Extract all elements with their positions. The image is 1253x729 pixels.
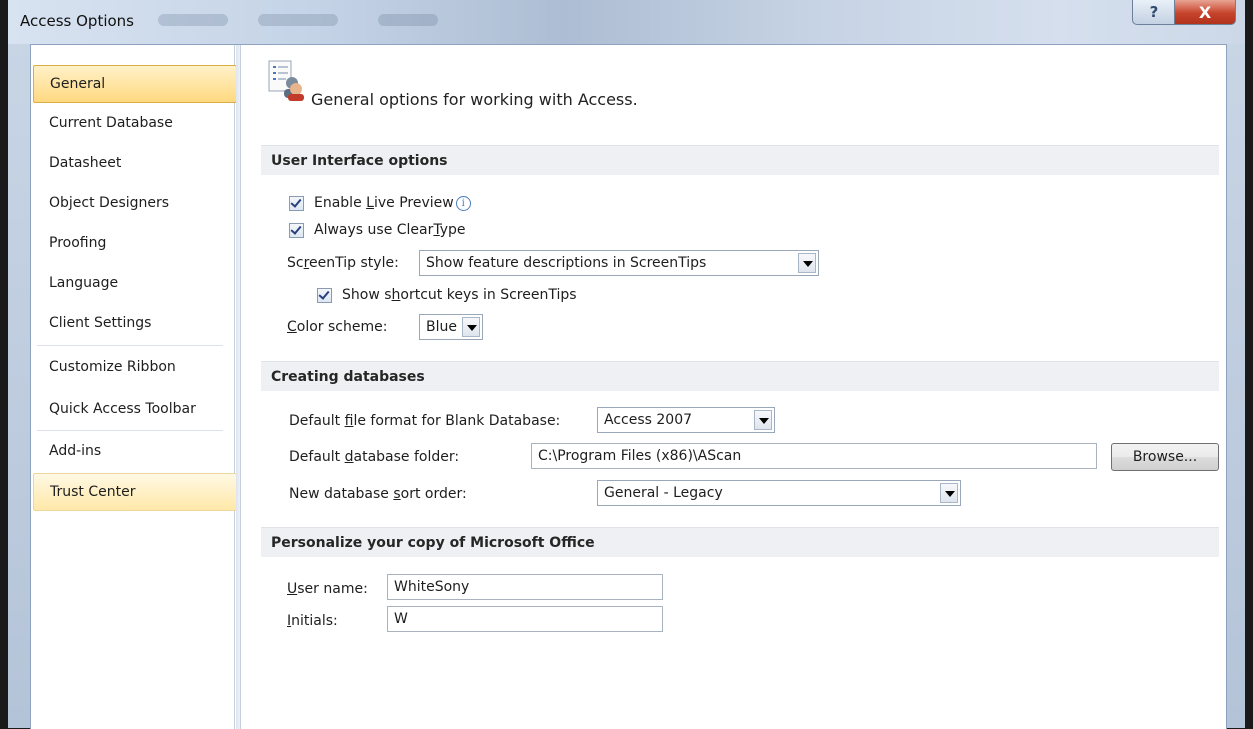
general-options-icon (265, 59, 307, 101)
sort-order-label: New database sort order: (289, 486, 467, 502)
dialog-body: General Current Database Datasheet Objec… (30, 44, 1227, 729)
chevron-down-icon[interactable] (462, 317, 480, 337)
shortcut-keys-checkbox[interactable] (317, 287, 332, 303)
initials-input[interactable]: W (387, 606, 663, 632)
sidebar-item-trust-center[interactable]: Trust Center (33, 473, 237, 511)
sidebar-item-datasheet[interactable]: Datasheet (33, 145, 235, 181)
cleartype-label: Always use ClearType (314, 222, 466, 238)
screentip-style-dropdown[interactable]: Show feature descriptions in ScreenTips (419, 250, 819, 276)
browse-button[interactable]: Browse... (1111, 443, 1219, 471)
page-heading: General options for working with Access. (311, 90, 638, 109)
close-icon: X (1198, 2, 1212, 22)
cleartype-option[interactable]: Always use ClearType (289, 222, 466, 238)
color-scheme-dropdown[interactable]: Blue (419, 314, 483, 340)
background-blur (258, 14, 338, 26)
section-personalize: Personalize your copy of Microsoft Offic… (261, 527, 1219, 557)
initials-label: Initials: (287, 613, 338, 629)
chevron-down-icon[interactable] (754, 410, 772, 430)
section-ui-options: User Interface options (261, 145, 1219, 175)
sidebar-item-client-settings[interactable]: Client Settings (33, 305, 235, 341)
sidebar-item-customize-ribbon[interactable]: Customize Ribbon (33, 349, 235, 385)
background-blur (158, 14, 228, 26)
sidebar-item-current-database[interactable]: Current Database (33, 105, 235, 141)
help-icon: ? (1149, 3, 1159, 21)
window-title: Access Options (20, 12, 134, 30)
shortcut-keys-option[interactable]: Show shortcut keys in ScreenTips (317, 287, 577, 303)
sidebar-item-object-designers[interactable]: Object Designers (33, 185, 235, 221)
sidebar-item-add-ins[interactable]: Add-ins (33, 433, 235, 469)
file-format-label: Default file format for Blank Database: (289, 413, 561, 429)
sort-order-dropdown[interactable]: General - Legacy (597, 480, 961, 506)
database-folder-input[interactable]: C:\Program Files (x86)\AScan (531, 443, 1097, 469)
screentip-style-label: ScreenTip style: (287, 255, 399, 271)
help-button[interactable]: ? (1132, 0, 1176, 25)
sidebar-item-language[interactable]: Language (33, 265, 235, 301)
background-blur (378, 14, 438, 26)
shortcut-keys-label: Show shortcut keys in ScreenTips (342, 287, 577, 303)
title-bar[interactable]: Access Options ? X (8, 0, 1245, 44)
sidebar: General Current Database Datasheet Objec… (31, 45, 237, 729)
enable-live-preview-option[interactable]: Enable Live Preview i (289, 195, 471, 211)
chevron-down-icon[interactable] (940, 483, 958, 503)
color-scheme-label: Color scheme: (287, 319, 388, 335)
sidebar-item-general[interactable]: General (33, 65, 237, 103)
database-folder-label: Default database folder: (289, 449, 460, 465)
user-name-label: User name: (287, 581, 368, 597)
sidebar-divider (37, 430, 223, 431)
access-options-window: Access Options ? X General Current Datab… (8, 0, 1245, 729)
sidebar-splitter (236, 45, 241, 729)
enable-live-preview-label: Enable Live Preview (314, 195, 454, 211)
user-name-input[interactable]: WhiteSony (387, 574, 663, 600)
sidebar-divider (37, 345, 223, 346)
close-button[interactable]: X (1174, 0, 1236, 25)
sidebar-item-quick-access-toolbar[interactable]: Quick Access Toolbar (33, 391, 235, 427)
cleartype-checkbox[interactable] (289, 222, 304, 238)
file-format-dropdown[interactable]: Access 2007 (597, 407, 775, 433)
chevron-down-icon[interactable] (798, 253, 816, 273)
sidebar-item-proofing[interactable]: Proofing (33, 225, 235, 261)
section-creating-databases: Creating databases (261, 361, 1219, 391)
info-icon[interactable]: i (455, 195, 471, 211)
main-content: General options for working with Access.… (243, 45, 1223, 729)
enable-live-preview-checkbox[interactable] (289, 195, 304, 211)
